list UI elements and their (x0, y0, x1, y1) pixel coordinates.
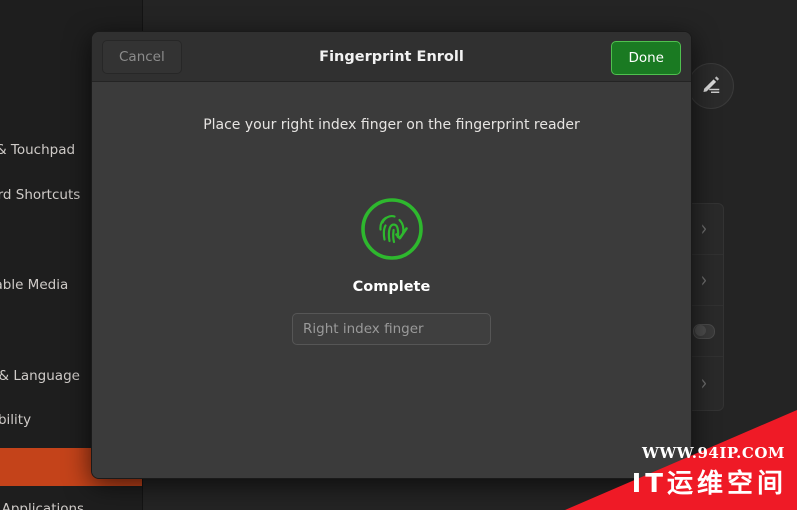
sidebar-item-label: Default Applications (0, 501, 85, 510)
dialog-header-bar: Cancel Fingerprint Enroll Done (92, 32, 691, 82)
avatar-edit-button[interactable] (688, 63, 734, 109)
dialog-title: Fingerprint Enroll (319, 48, 464, 65)
sidebar-item-label: Region & Language (0, 368, 80, 384)
sidebar-item-label: Mouse & Touchpad (0, 142, 76, 158)
instruction-text: Place your right index finger on the fin… (203, 117, 580, 133)
fingerprint-check-icon (358, 195, 426, 263)
fingerprint-enroll-dialog: Cancel Fingerprint Enroll Done Place you… (91, 31, 692, 479)
status-label: Complete (352, 279, 431, 295)
chevron-right-icon: › (700, 215, 708, 242)
finger-name-input[interactable] (292, 313, 491, 345)
pencil-icon (700, 73, 722, 99)
toggle-switch[interactable] (693, 323, 715, 339)
dialog-body: Place your right index finger on the fin… (92, 82, 691, 478)
done-button[interactable]: Done (611, 41, 681, 75)
chevron-right-icon: › (700, 266, 708, 293)
chevron-right-icon: › (700, 369, 708, 395)
cancel-button[interactable]: Cancel (102, 39, 182, 74)
sidebar-item-default-applications[interactable]: Default Applications (0, 490, 142, 510)
sidebar-item-label: Accessibility (0, 412, 32, 428)
sidebar-item-label: Keyboard Shortcuts (0, 187, 81, 203)
sidebar-item-label: Removable Media (0, 277, 69, 293)
